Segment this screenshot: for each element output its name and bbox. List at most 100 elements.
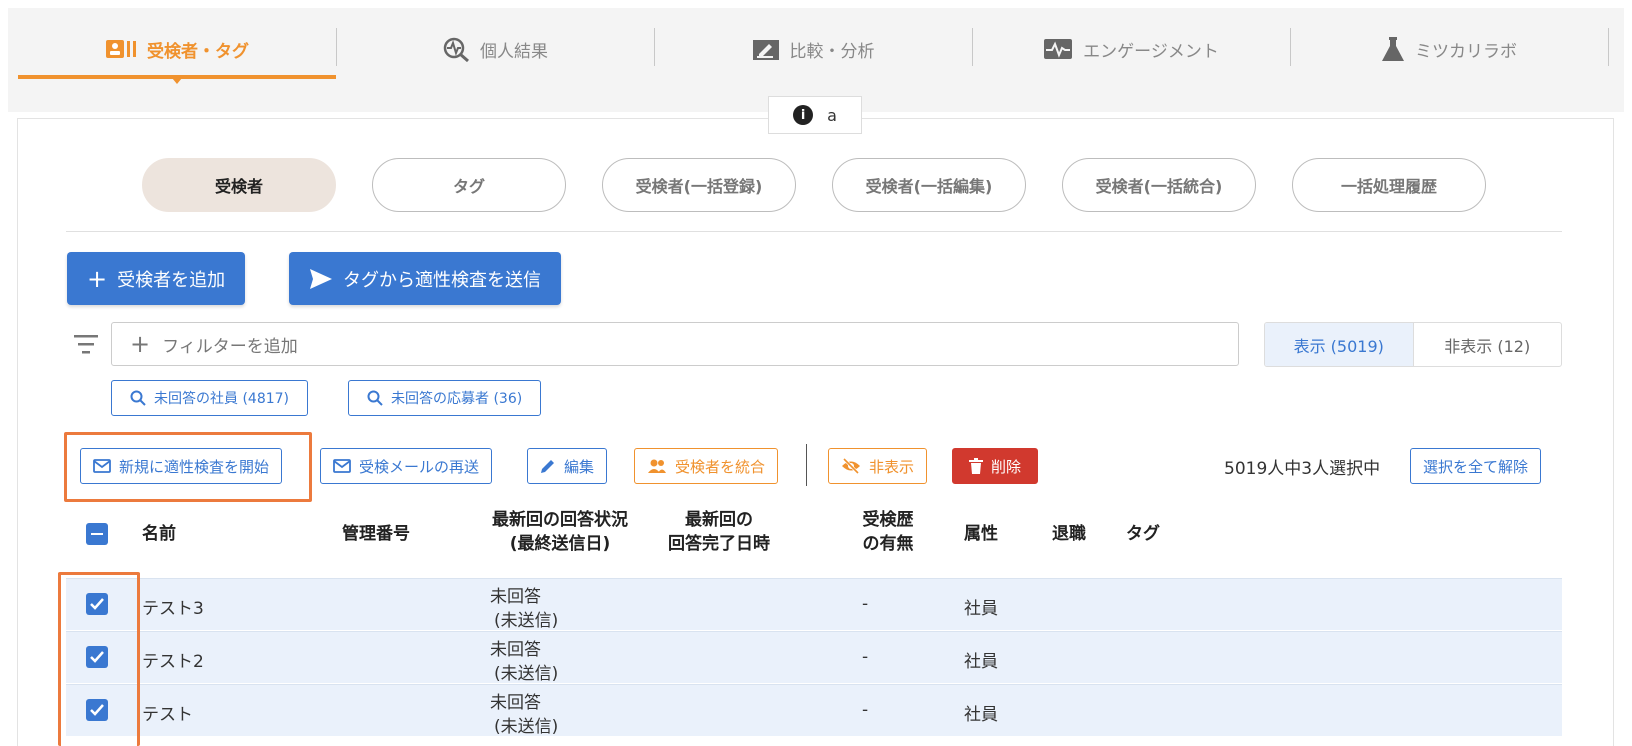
search-icon (367, 390, 383, 406)
header-line: 回答完了日時 (668, 534, 770, 554)
subtab-examinees[interactable]: 受検者 (142, 158, 336, 212)
chip-label: 未回答の応募者 (36) (391, 391, 523, 407)
tab-label: 個人結果 (480, 41, 548, 62)
selection-count: 5019人中3人選択中 (1224, 459, 1381, 479)
button-label: 新規に適性検査を開始 (119, 457, 270, 476)
plus-icon: + (87, 264, 108, 293)
check-icon (90, 651, 104, 663)
subtab-label: 受検者(一括統合) (1095, 177, 1223, 196)
subtab-label: 一括処理履歴 (1340, 177, 1437, 196)
mail-icon (333, 459, 351, 473)
active-tab-caret (172, 78, 182, 84)
tab-label: エンゲージメント (1083, 41, 1219, 62)
tab-engagement[interactable]: エンゲージメント (972, 20, 1290, 78)
tab-examinees-tags[interactable]: 受検者・タグ (18, 20, 336, 78)
subtab-bulk-merge[interactable]: 受検者(一括統合) (1062, 158, 1256, 212)
subtab-bulk-edit[interactable]: 受検者(一括編集) (832, 158, 1026, 212)
col-header-completed[interactable]: 最新回の 回答完了日時 (654, 508, 784, 556)
button-label: 選択を全て解除 (1423, 457, 1529, 476)
select-all-checkbox[interactable] (86, 523, 108, 545)
cell-name[interactable]: テスト3 (142, 594, 204, 619)
add-examinee-button[interactable]: + 受検者を追加 (67, 252, 246, 305)
cell-status: 未回答 (490, 640, 541, 660)
add-filter-input[interactable]: + フィルターを追加 (111, 322, 1239, 366)
tab-individual-results[interactable]: 個人結果 (336, 20, 654, 78)
unanswered-employees-chip[interactable]: 未回答の社員 (4817) (111, 380, 309, 416)
filter-icon[interactable] (72, 332, 100, 356)
col-header-attr[interactable]: 属性 (964, 522, 998, 546)
cell-name[interactable]: テスト (142, 700, 193, 725)
section-divider (66, 231, 1562, 232)
send-by-tag-button[interactable]: タグから適性検査を送信 (289, 252, 561, 305)
tab-mitsukari-lab[interactable]: ミツカリラボ (1290, 20, 1608, 78)
send-icon (310, 268, 332, 289)
cell-attr: 社員 (964, 652, 998, 672)
cell-sent: (未送信) (494, 717, 559, 737)
row-checkbox[interactable] (86, 646, 108, 668)
row-checkbox[interactable] (86, 699, 108, 721)
button-label: 受検者を追加 (117, 269, 226, 291)
button-label: 削除 (991, 457, 1022, 476)
subtab-label: 受検者(一括登録) (635, 177, 763, 196)
filter-placeholder: フィルターを追加 (162, 336, 298, 357)
button-label: 受検メールの再送 (359, 457, 480, 476)
table-row[interactable] (66, 684, 1562, 736)
check-icon (90, 704, 104, 716)
col-header-history[interactable]: 受検歴 の有無 (848, 508, 928, 556)
button-label: 非表示 (869, 457, 915, 476)
show-hidden-button[interactable]: 非表示 (12) (1414, 323, 1562, 366)
subtab-bulk-register[interactable]: 受検者(一括登録) (602, 158, 796, 212)
unanswered-applicants-chip[interactable]: 未回答の応募者 (36) (348, 380, 542, 416)
info-label: a (827, 105, 837, 125)
hide-button[interactable]: 非表示 (828, 448, 928, 484)
table-row[interactable] (66, 631, 1562, 683)
button-label: 受検者を統合 (675, 457, 766, 476)
cell-history: - (862, 594, 869, 614)
subtab-label: 受検者(一括編集) (865, 177, 993, 196)
col-header-tag[interactable]: タグ (1126, 522, 1160, 546)
col-header-retire[interactable]: 退職 (1052, 522, 1086, 546)
eye-off-icon (842, 458, 860, 474)
info-badge[interactable]: i a (768, 96, 862, 134)
flask-icon (1382, 37, 1404, 61)
subtab-tags[interactable]: タグ (372, 158, 566, 212)
cell-status: 未回答 (490, 693, 541, 713)
chip-label: 未回答の社員 (4817) (154, 391, 290, 407)
resend-mail-button[interactable]: 受検メールの再送 (320, 448, 493, 484)
header-line: 受検歴 (862, 510, 914, 530)
table-row[interactable] (66, 578, 1562, 630)
tab-label: ミツカリラボ (1415, 41, 1517, 62)
start-new-test-button[interactable]: 新規に適性検査を開始 (80, 448, 283, 484)
col-header-number[interactable]: 管理番号 (342, 522, 410, 546)
button-label: タグから適性検査を送信 (343, 269, 541, 291)
col-header-name[interactable]: 名前 (142, 522, 176, 546)
tab-label: 比較・分析 (789, 41, 875, 62)
pulse-monitor-icon (1044, 39, 1073, 59)
edit-chart-icon (752, 40, 779, 60)
people-icon (648, 459, 666, 473)
col-header-status[interactable]: 最新回の回答状況 (最終送信日) (480, 508, 640, 556)
clear-selection-button[interactable]: 選択を全て解除 (1410, 448, 1542, 484)
plus-icon: + (130, 330, 151, 358)
cell-name[interactable]: テスト2 (142, 647, 204, 672)
cell-attr: 社員 (964, 599, 998, 619)
cell-sent: (未送信) (494, 664, 559, 684)
action-divider (806, 444, 807, 486)
search-icon (130, 390, 146, 406)
header-line: 最新回の回答状況 (492, 510, 628, 530)
magnify-pulse-icon (443, 37, 469, 62)
edit-button[interactable]: 編集 (527, 448, 608, 484)
show-visible-button[interactable]: 表示 (5019) (1265, 323, 1414, 366)
subtab-bulk-history[interactable]: 一括処理履歴 (1292, 158, 1486, 212)
row-checkbox[interactable] (86, 593, 108, 615)
merge-examinee-button[interactable]: 受検者を統合 (634, 448, 779, 484)
cell-sent: (未送信) (494, 611, 559, 631)
header-line: 最新回の (685, 510, 753, 530)
info-icon: i (793, 105, 814, 125)
tab-divider (1608, 28, 1609, 66)
cell-history: - (862, 700, 869, 720)
tab-compare-analysis[interactable]: 比較・分析 (654, 20, 972, 78)
cell-attr: 社員 (964, 705, 998, 725)
subtab-label: タグ (452, 177, 485, 196)
delete-button[interactable]: 削除 (952, 448, 1039, 484)
